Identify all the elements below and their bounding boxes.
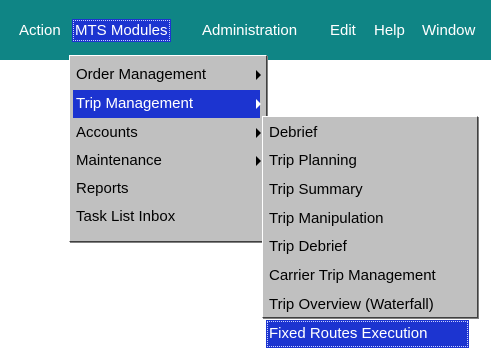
menu-window[interactable]: Window — [422, 19, 475, 42]
menu-action[interactable]: Action — [19, 19, 61, 42]
menu-item-label: Accounts — [76, 124, 138, 141]
submenu-arrow-icon — [256, 99, 261, 109]
menu-bar: Action MTS Modules Administration Edit H… — [0, 0, 491, 60]
menu-item-accounts[interactable]: Accounts — [73, 119, 261, 147]
menu-item-fixed-routes-execution[interactable]: Fixed Routes Execution — [266, 320, 469, 348]
menu-administration[interactable]: Administration — [202, 19, 297, 42]
submenu-arrow-icon — [256, 128, 261, 138]
menu-item-label: Trip Management — [76, 95, 193, 112]
menu-item-trip-management[interactable]: Trip Management — [73, 90, 261, 118]
submenu-arrow-icon — [256, 156, 261, 166]
menu-item-trip-planning[interactable]: Trip Planning — [266, 147, 469, 175]
menu-item-trip-overview-waterfall[interactable]: Trip Overview (Waterfall) — [266, 291, 469, 319]
menu-edit[interactable]: Edit — [330, 19, 356, 42]
menu-item-label: Maintenance — [76, 152, 162, 169]
mts-modules-menu: Order Management Trip Management Account… — [69, 55, 267, 242]
menu-item-maintenance[interactable]: Maintenance — [73, 147, 261, 175]
menu-item-debrief[interactable]: Debrief — [266, 119, 469, 147]
menu-item-trip-summary[interactable]: Trip Summary — [266, 176, 469, 204]
submenu-arrow-icon — [256, 70, 261, 80]
menu-item-reports[interactable]: Reports — [73, 175, 260, 203]
menu-item-carrier-trip-management[interactable]: Carrier Trip Management — [266, 262, 469, 290]
menu-help[interactable]: Help — [374, 19, 405, 42]
menu-item-trip-debrief[interactable]: Trip Debrief — [266, 233, 469, 261]
menu-item-trip-manipulation[interactable]: Trip Manipulation — [266, 205, 469, 233]
trip-management-menu: Debrief Trip Planning Trip Summary Trip … — [262, 116, 478, 348]
menu-item-label: Order Management — [76, 66, 207, 83]
menu-item-order-management[interactable]: Order Management — [73, 61, 261, 89]
menu-mts-modules[interactable]: MTS Modules — [72, 19, 171, 42]
menu-item-task-list-inbox[interactable]: Task List Inbox — [73, 203, 260, 231]
